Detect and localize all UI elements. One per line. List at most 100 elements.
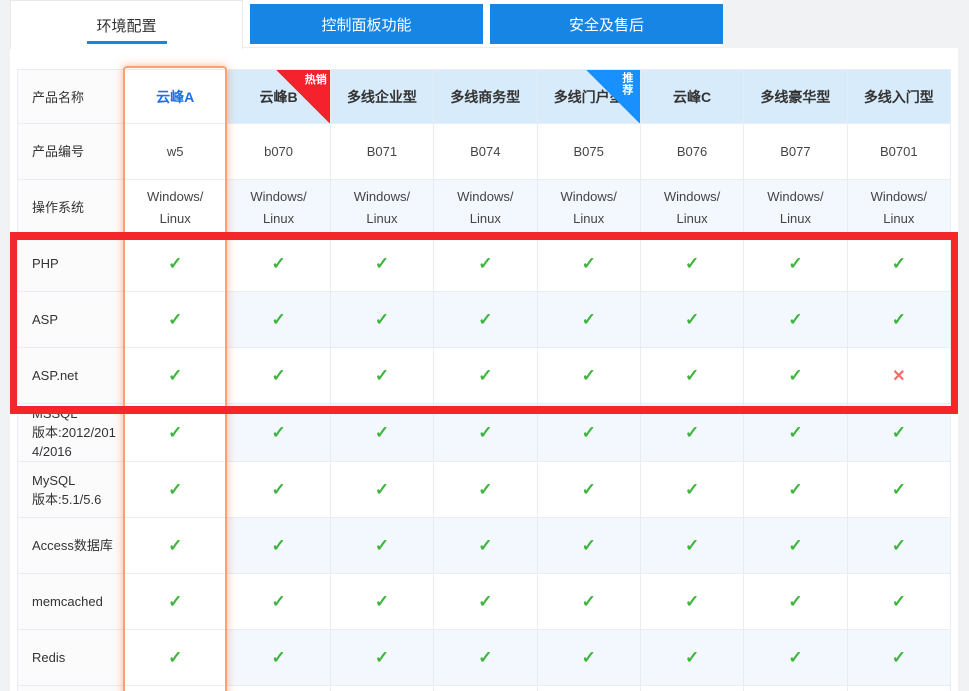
check-icon: ✓: [168, 480, 182, 499]
check-icon: ✓: [582, 366, 596, 385]
product-column-header[interactable]: 云峰C: [640, 70, 743, 124]
supported-cell: ✓: [330, 348, 433, 404]
product-comparison-table: 产品名称 云峰A 云峰B热销多线企业型多线商务型多线门户型推荐云峰C多线豪华型多线入…: [17, 69, 951, 691]
check-icon: ✓: [271, 254, 285, 273]
text-cell: B076: [640, 124, 743, 180]
check-icon: ✓: [478, 648, 492, 667]
product-column-header[interactable]: 多线商务型: [434, 70, 537, 124]
check-icon: ✓: [478, 536, 492, 555]
cell-text: Windows/ Linux: [561, 189, 617, 226]
cell-text: Windows/ Linux: [354, 189, 410, 226]
product-column-header[interactable]: 多线门户型推荐: [537, 70, 640, 124]
supported-cell: ✓: [744, 574, 847, 630]
supported-cell: ✓: [847, 574, 950, 630]
check-icon: ✓: [892, 648, 906, 667]
check-icon: ✓: [582, 480, 596, 499]
text-cell: B077: [744, 124, 847, 180]
check-icon: ✓: [271, 536, 285, 555]
text-cell: Windows/ Linux: [744, 180, 847, 236]
row-label: MSSQL版本:2012/2014/2016: [18, 404, 124, 462]
product-name: 云峰A: [156, 89, 194, 105]
check-icon: ✓: [582, 648, 596, 667]
text-cell: B074: [434, 124, 537, 180]
check-icon: ✓: [788, 423, 802, 442]
supported-cell: ✓: [744, 630, 847, 686]
tab-label: 安全及售后: [569, 14, 644, 35]
supported-cell: ✓: [330, 574, 433, 630]
supported-cell: ✓: [537, 404, 640, 462]
check-icon: ✓: [685, 592, 699, 611]
supported-cell: ✓: [227, 574, 330, 630]
supported-cell: ✓: [434, 236, 537, 292]
cell-text: Windows/ Linux: [147, 189, 203, 226]
table-row: 产品编号w5b070B071B074B075B076B077B0701: [18, 124, 951, 180]
text-cell: Windows/ Linux: [124, 180, 227, 236]
check-icon: ✓: [685, 254, 699, 273]
table-row: 操作系统Windows/ LinuxWindows/ LinuxWindows/…: [18, 180, 951, 236]
supported-cell: ✓: [434, 574, 537, 630]
cell-text: B0701: [880, 144, 918, 159]
comparison-panel: 产品名称 云峰A 云峰B热销多线企业型多线商务型多线门户型推荐云峰C多线豪华型多线入…: [10, 48, 958, 691]
cell-text: B076: [677, 144, 707, 159]
supported-cell: ✓: [640, 574, 743, 630]
supported-cell: ✓: [124, 348, 227, 404]
check-icon: ✓: [168, 423, 182, 442]
tab-label: 控制面板功能: [321, 14, 411, 35]
tab-control-panel[interactable]: 控制面板功能: [250, 4, 483, 44]
check-icon: ✓: [168, 254, 182, 273]
cell-text: Windows/ Linux: [250, 189, 306, 226]
check-icon: ✓: [375, 254, 389, 273]
text-cell: Windows/ Linux: [537, 180, 640, 236]
row-label: Access数据库: [18, 518, 124, 574]
check-icon: ✓: [271, 310, 285, 329]
supported-cell: ✓: [640, 236, 743, 292]
check-icon: ✓: [168, 648, 182, 667]
supported-cell: ✓: [434, 348, 537, 404]
check-icon: ✓: [582, 254, 596, 273]
supported-cell: ✓: [124, 462, 227, 518]
check-icon: ✓: [375, 423, 389, 442]
product-name: 多线门户型: [554, 89, 624, 105]
check-icon: ✓: [788, 254, 802, 273]
supported-cell: ✓: [847, 518, 950, 574]
check-icon: ✓: [478, 366, 492, 385]
product-column-header[interactable]: 多线企业型: [330, 70, 433, 124]
supported-cell: ✓: [434, 630, 537, 686]
supported-cell: ✓: [124, 630, 227, 686]
product-column-header[interactable]: 多线入门型: [847, 70, 950, 124]
supported-cell: ✓: [744, 236, 847, 292]
check-icon: ✓: [582, 592, 596, 611]
product-column-header[interactable]: 云峰A: [124, 70, 227, 124]
tab-bar: 环境配置 控制面板功能 安全及售后: [10, 0, 723, 48]
check-icon: ✓: [892, 592, 906, 611]
supported-cell: ✓: [537, 574, 640, 630]
supported-cell: ✓: [227, 236, 330, 292]
check-icon: ✓: [892, 310, 906, 329]
row-label: PHP: [18, 236, 124, 292]
cell-text: Windows/ Linux: [664, 189, 720, 226]
check-icon: ✓: [168, 366, 182, 385]
supported-cell: ✓: [640, 462, 743, 518]
text-cell: Windows/ Linux: [640, 180, 743, 236]
check-icon: ✓: [685, 648, 699, 667]
tab-env-config[interactable]: 环境配置: [10, 0, 243, 49]
supported-cell: ✓: [124, 518, 227, 574]
product-column-header[interactable]: 云峰B热销: [227, 70, 330, 124]
supported-cell: ✓: [330, 404, 433, 462]
product-column-header[interactable]: 多线豪华型: [744, 70, 847, 124]
supported-cell: ✓: [640, 518, 743, 574]
table-row: Access数据库✓✓✓✓✓✓✓✓: [18, 518, 951, 574]
table-row: memcached✓✓✓✓✓✓✓✓: [18, 574, 951, 630]
supported-cell: ✓: [124, 292, 227, 348]
check-icon: ✓: [788, 648, 802, 667]
corner-header: 产品名称: [18, 70, 124, 124]
supported-cell: ✓: [640, 404, 743, 462]
active-tab-underline: [87, 41, 167, 44]
check-icon: ✓: [685, 366, 699, 385]
table-row: ASP.net✓✓✓✓✓✓✓✕: [18, 348, 951, 404]
supported-cell: ✓: [227, 348, 330, 404]
check-icon: ✓: [685, 423, 699, 442]
supported-cell: ✓: [227, 462, 330, 518]
tab-security-aftersales[interactable]: 安全及售后: [490, 4, 723, 44]
supported-cell: ✓: [847, 630, 950, 686]
